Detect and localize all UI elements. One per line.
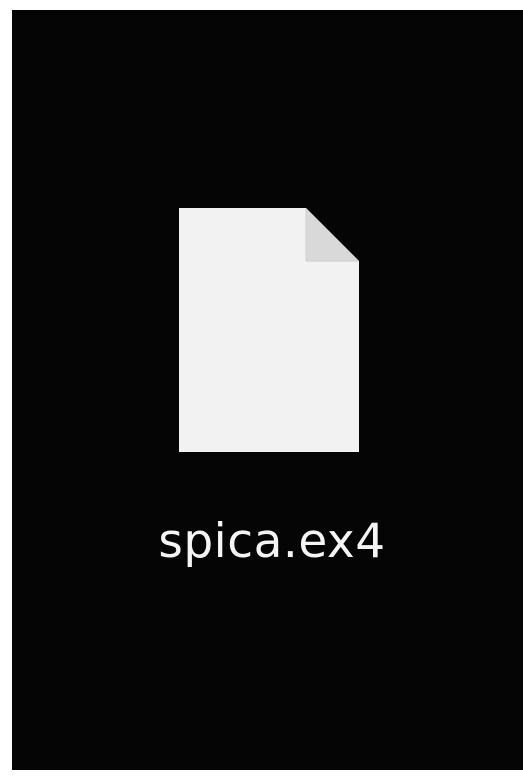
blank-file-icon[interactable] [178, 207, 360, 453]
file-name-label[interactable]: spica.ex4 [122, 514, 422, 570]
file-item[interactable]: spica.ex4 [122, 196, 422, 596]
desktop-area: spica.ex4 [12, 10, 523, 770]
screenshot-frame: spica.ex4 [0, 0, 523, 780]
